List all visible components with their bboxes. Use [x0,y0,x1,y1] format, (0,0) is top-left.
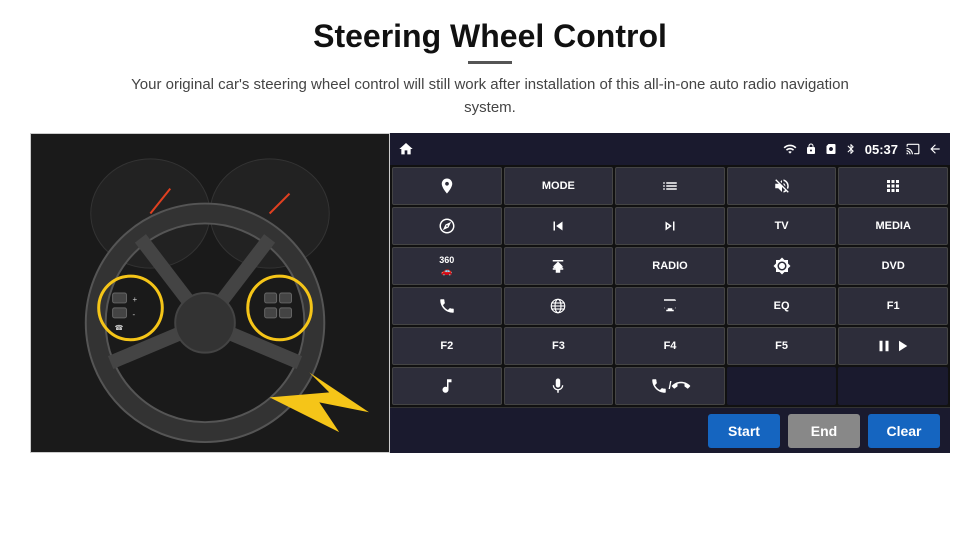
end-button[interactable]: End [788,414,860,448]
btn-compass[interactable] [392,207,502,245]
btn-mode[interactable]: MODE [504,167,614,205]
title-divider [468,61,512,64]
btn-empty-1 [727,367,837,405]
control-panel: 05:37 MODE [390,133,950,453]
btn-f5[interactable]: F5 [727,327,837,365]
btn-brightness[interactable] [727,247,837,285]
btn-f4[interactable]: F4 [615,327,725,365]
btn-music[interactable] [392,367,502,405]
btn-screen[interactable] [615,287,725,325]
clear-button[interactable]: Clear [868,414,940,448]
status-bar: 05:37 [390,133,950,165]
btn-nav[interactable] [392,167,502,205]
content-row: + - ☎ [30,133,950,453]
svg-text:☎: ☎ [115,324,124,332]
bluetooth-icon [845,143,857,155]
btn-list[interactable] [615,167,725,205]
btn-browser[interactable] [504,287,614,325]
btn-eject[interactable] [504,247,614,285]
btn-dvd[interactable]: DVD [838,247,948,285]
btn-apps[interactable] [838,167,948,205]
lock-icon [805,143,817,155]
btn-media[interactable]: MEDIA [838,207,948,245]
btn-eq[interactable]: EQ [727,287,837,325]
btn-mute[interactable] [727,167,837,205]
btn-f1[interactable]: F1 [838,287,948,325]
page-wrapper: Steering Wheel Control Your original car… [0,0,980,544]
home-icon [398,141,414,157]
btn-mic[interactable] [504,367,614,405]
action-bar: Start End Clear [390,407,950,453]
page-title: Steering Wheel Control [313,18,667,55]
status-right: 05:37 [783,142,942,157]
btn-prev[interactable] [504,207,614,245]
btn-empty-2 [838,367,948,405]
button-grid: MODE [390,165,950,407]
btn-tv[interactable]: TV [727,207,837,245]
wifi-icon [783,142,797,156]
svg-text:-: - [132,310,135,319]
status-left [398,141,414,157]
back-icon [928,142,942,156]
btn-radio[interactable]: RADIO [615,247,725,285]
btn-f2[interactable]: F2 [392,327,502,365]
sim-icon [825,143,837,155]
start-button[interactable]: Start [708,414,780,448]
svg-text:+: + [132,295,137,304]
btn-play-pause[interactable] [838,327,948,365]
btn-f3[interactable]: F3 [504,327,614,365]
btn-next[interactable] [615,207,725,245]
btn-phone[interactable] [392,287,502,325]
status-time: 05:37 [865,142,898,157]
cast-icon [906,142,920,156]
subtitle: Your original car's steering wheel contr… [120,74,860,119]
btn-phone-audio[interactable]: / [615,367,725,405]
btn-360[interactable]: 360🚗 [392,247,502,285]
steering-wheel-image: + - ☎ [30,133,390,453]
